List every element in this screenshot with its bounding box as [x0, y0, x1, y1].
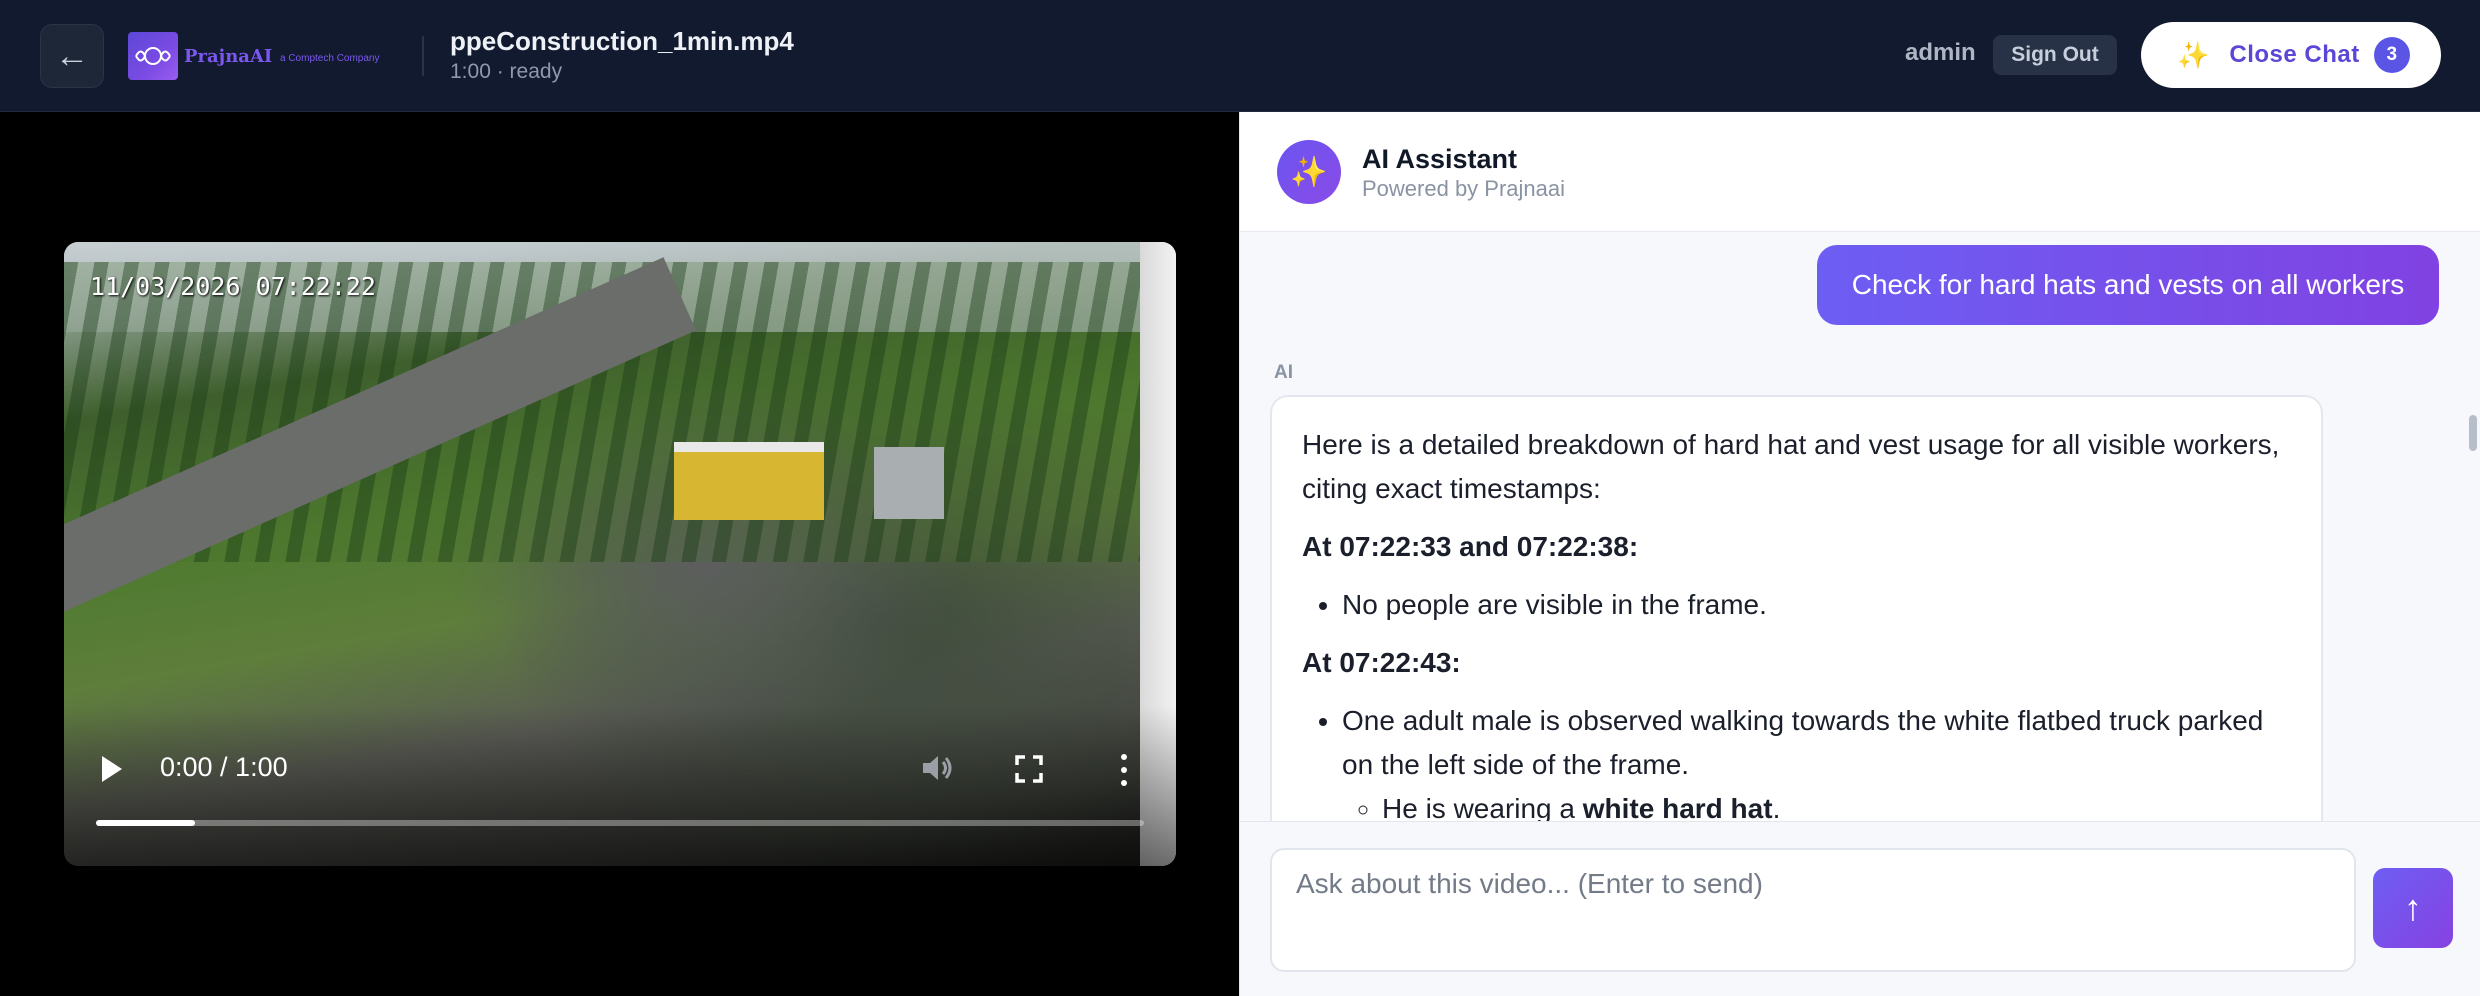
ai-list-item: One adult male is observed walking towar…: [1342, 699, 2291, 831]
top-bar: ← PrajnaAI a Comptech Company ppeConstru…: [0, 0, 2480, 112]
logo-mark-icon: [128, 32, 178, 80]
chat-input[interactable]: [1270, 848, 2356, 972]
video-time: 0:00 / 1:00: [160, 752, 288, 782]
send-button[interactable]: ↑: [2373, 868, 2453, 948]
controls-shade: [64, 706, 1176, 866]
video-progress-bar[interactable]: [96, 820, 1144, 826]
volume-icon[interactable]: [919, 752, 955, 784]
logo-tagline: a Comptech Company: [280, 53, 380, 64]
ai-sublist-text: He is wearing a: [1382, 793, 1583, 824]
assistant-name: AI Assistant: [1362, 144, 1518, 174]
header-divider: [422, 36, 424, 76]
fullscreen-icon[interactable]: [1014, 754, 1044, 784]
ai-list: No people are visible in the frame.: [1342, 583, 2291, 627]
sparkles-icon: ✨: [2177, 39, 2210, 70]
assistant-subtitle: Powered by Prajnaai: [1362, 176, 1566, 201]
brain-icon: [135, 47, 171, 65]
back-arrow-icon: ←: [55, 36, 89, 75]
close-chat-label: Close Chat: [2229, 41, 2360, 68]
chat-header: ✨ AI Assistant Powered by Prajnaai: [1240, 112, 2480, 232]
more-options-icon[interactable]: [1116, 754, 1132, 786]
user-message: Check for hard hats and vests on all wor…: [1817, 245, 2439, 325]
chat-composer: ↑: [1240, 821, 2480, 996]
ai-list: One adult male is observed walking towar…: [1342, 699, 2291, 831]
back-button[interactable]: ←: [40, 24, 104, 88]
video-player[interactable]: 11/03/2026 07:22:22 0:00 / 1:00: [64, 242, 1176, 866]
send-arrow-icon: ↑: [2404, 887, 2422, 928]
ai-message-tag: AI: [1274, 362, 1293, 383]
username: admin: [1905, 39, 1976, 66]
close-chat-button[interactable]: ✨ Close Chat 3: [2141, 22, 2441, 88]
ai-list-item: No people are visible in the frame.: [1342, 583, 2291, 627]
ai-section-title: At 07:22:33 and 07:22:38:: [1302, 531, 1639, 562]
brand-logo: PrajnaAI a Comptech Company: [128, 32, 400, 80]
video-area: 11/03/2026 07:22:22 0:00 / 1:00: [0, 112, 1239, 996]
video-file-name: ppeConstruction_1min.mp4: [450, 26, 794, 56]
ai-intro: Here is a detailed breakdown of hard hat…: [1302, 429, 2280, 504]
sign-out-button[interactable]: Sign Out: [1993, 35, 2117, 75]
video-file-meta: 1:00 · ready: [450, 60, 563, 83]
ai-section-title: At 07:22:43:: [1302, 647, 1461, 678]
assistant-avatar: ✨: [1277, 140, 1341, 204]
chat-count-badge: 3: [2373, 37, 2410, 73]
ai-sublist-bold: white hard hat: [1582, 793, 1773, 824]
ai-message: Here is a detailed breakdown of hard hat…: [1270, 395, 2323, 865]
video-progress-fill: [96, 820, 195, 826]
sparkles-icon: ✨: [1290, 155, 1328, 189]
video-frame-cabin: [874, 447, 944, 519]
video-overlay-timestamp: 11/03/2026 07:22:22: [90, 272, 376, 301]
chat-panel: ✨ AI Assistant Powered by Prajnaai Check…: [1239, 112, 2480, 996]
ai-list-item-text: One adult male is observed walking towar…: [1342, 705, 2264, 780]
video-frame-shed: [674, 442, 824, 520]
ai-sublist-suffix: .: [1772, 793, 1781, 824]
chat-scrollbar[interactable]: [2469, 415, 2477, 451]
play-icon[interactable]: [102, 756, 122, 782]
